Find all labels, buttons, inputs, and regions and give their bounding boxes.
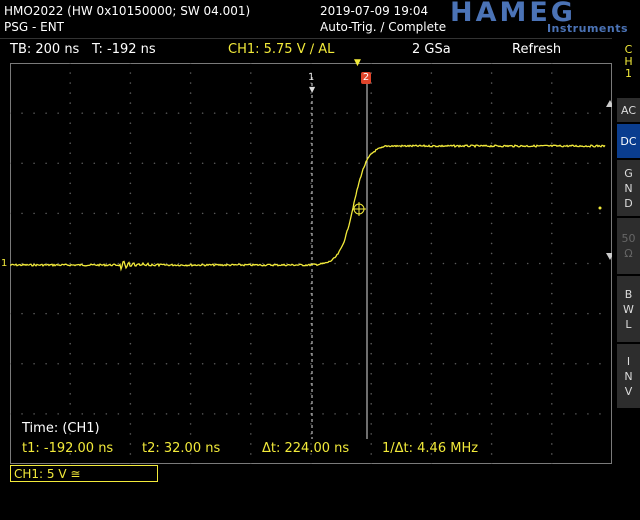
waveform-display[interactable] bbox=[10, 63, 612, 464]
channel-trigger-readout[interactable]: CH1: 5.75 V ∕ AL bbox=[228, 42, 334, 57]
coupling-gnd-button[interactable]: G N D bbox=[617, 160, 640, 216]
device-mode: PSG - ENT bbox=[4, 20, 64, 34]
cursor-1-marker[interactable]: 1 bbox=[308, 72, 314, 83]
measurement-title: Time: (CH1) bbox=[22, 421, 100, 436]
measurement-frequency: 1/Δt: 4.46 MHz bbox=[382, 441, 479, 456]
measurement-delta-t: Δt: 224.00 ns bbox=[262, 441, 350, 456]
datetime: 2019-07-09 19:04 bbox=[320, 4, 429, 18]
logo-subtext: Instruments bbox=[546, 22, 628, 35]
ch1-settings-box[interactable]: CH1: 5 V ≅ bbox=[10, 465, 158, 482]
hameg-logo: HAMEG Instruments bbox=[450, 0, 630, 36]
timebase-readout[interactable]: TB: 200 ns bbox=[10, 42, 79, 57]
acquisition-mode-readout[interactable]: Refresh bbox=[512, 42, 561, 57]
graticule bbox=[10, 63, 601, 464]
device-info: HMO2022 (HW 0x10150000; SW 04.001) bbox=[4, 4, 251, 18]
measurement-t1: t1: -192.00 ns bbox=[22, 441, 114, 456]
trigger-level-icon bbox=[598, 206, 602, 210]
time-cursors bbox=[311, 77, 368, 439]
cursor-2-marker[interactable]: 2 bbox=[361, 72, 371, 84]
impedance-50-ohm-button[interactable]: 50 Ω bbox=[617, 218, 640, 274]
bandwidth-limit-button[interactable]: B W L bbox=[617, 276, 640, 342]
lower-limit-icon bbox=[606, 253, 612, 260]
channel-label: C H 1 bbox=[624, 43, 633, 80]
trigger-status: Auto-Trig. / Complete bbox=[320, 20, 447, 34]
header-divider bbox=[0, 38, 612, 39]
sample-rate-readout: 2 GSa bbox=[412, 42, 451, 57]
cursor-1-arrow-icon: ▼ bbox=[309, 85, 316, 94]
trigger-time-readout[interactable]: T: -192 ns bbox=[92, 42, 156, 57]
waveform-svg bbox=[10, 63, 612, 464]
invert-button[interactable]: I N V bbox=[617, 344, 640, 408]
coupling-ac-button[interactable]: AC bbox=[617, 98, 640, 122]
measurement-t2: t2: 32.00 ns bbox=[142, 441, 221, 456]
coupling-dc-button[interactable]: DC bbox=[617, 124, 640, 158]
ch1-ground-marker[interactable]: 1 bbox=[1, 258, 7, 269]
upper-limit-icon bbox=[606, 100, 612, 107]
trigger-position-icon[interactable]: ▼ bbox=[354, 58, 361, 68]
